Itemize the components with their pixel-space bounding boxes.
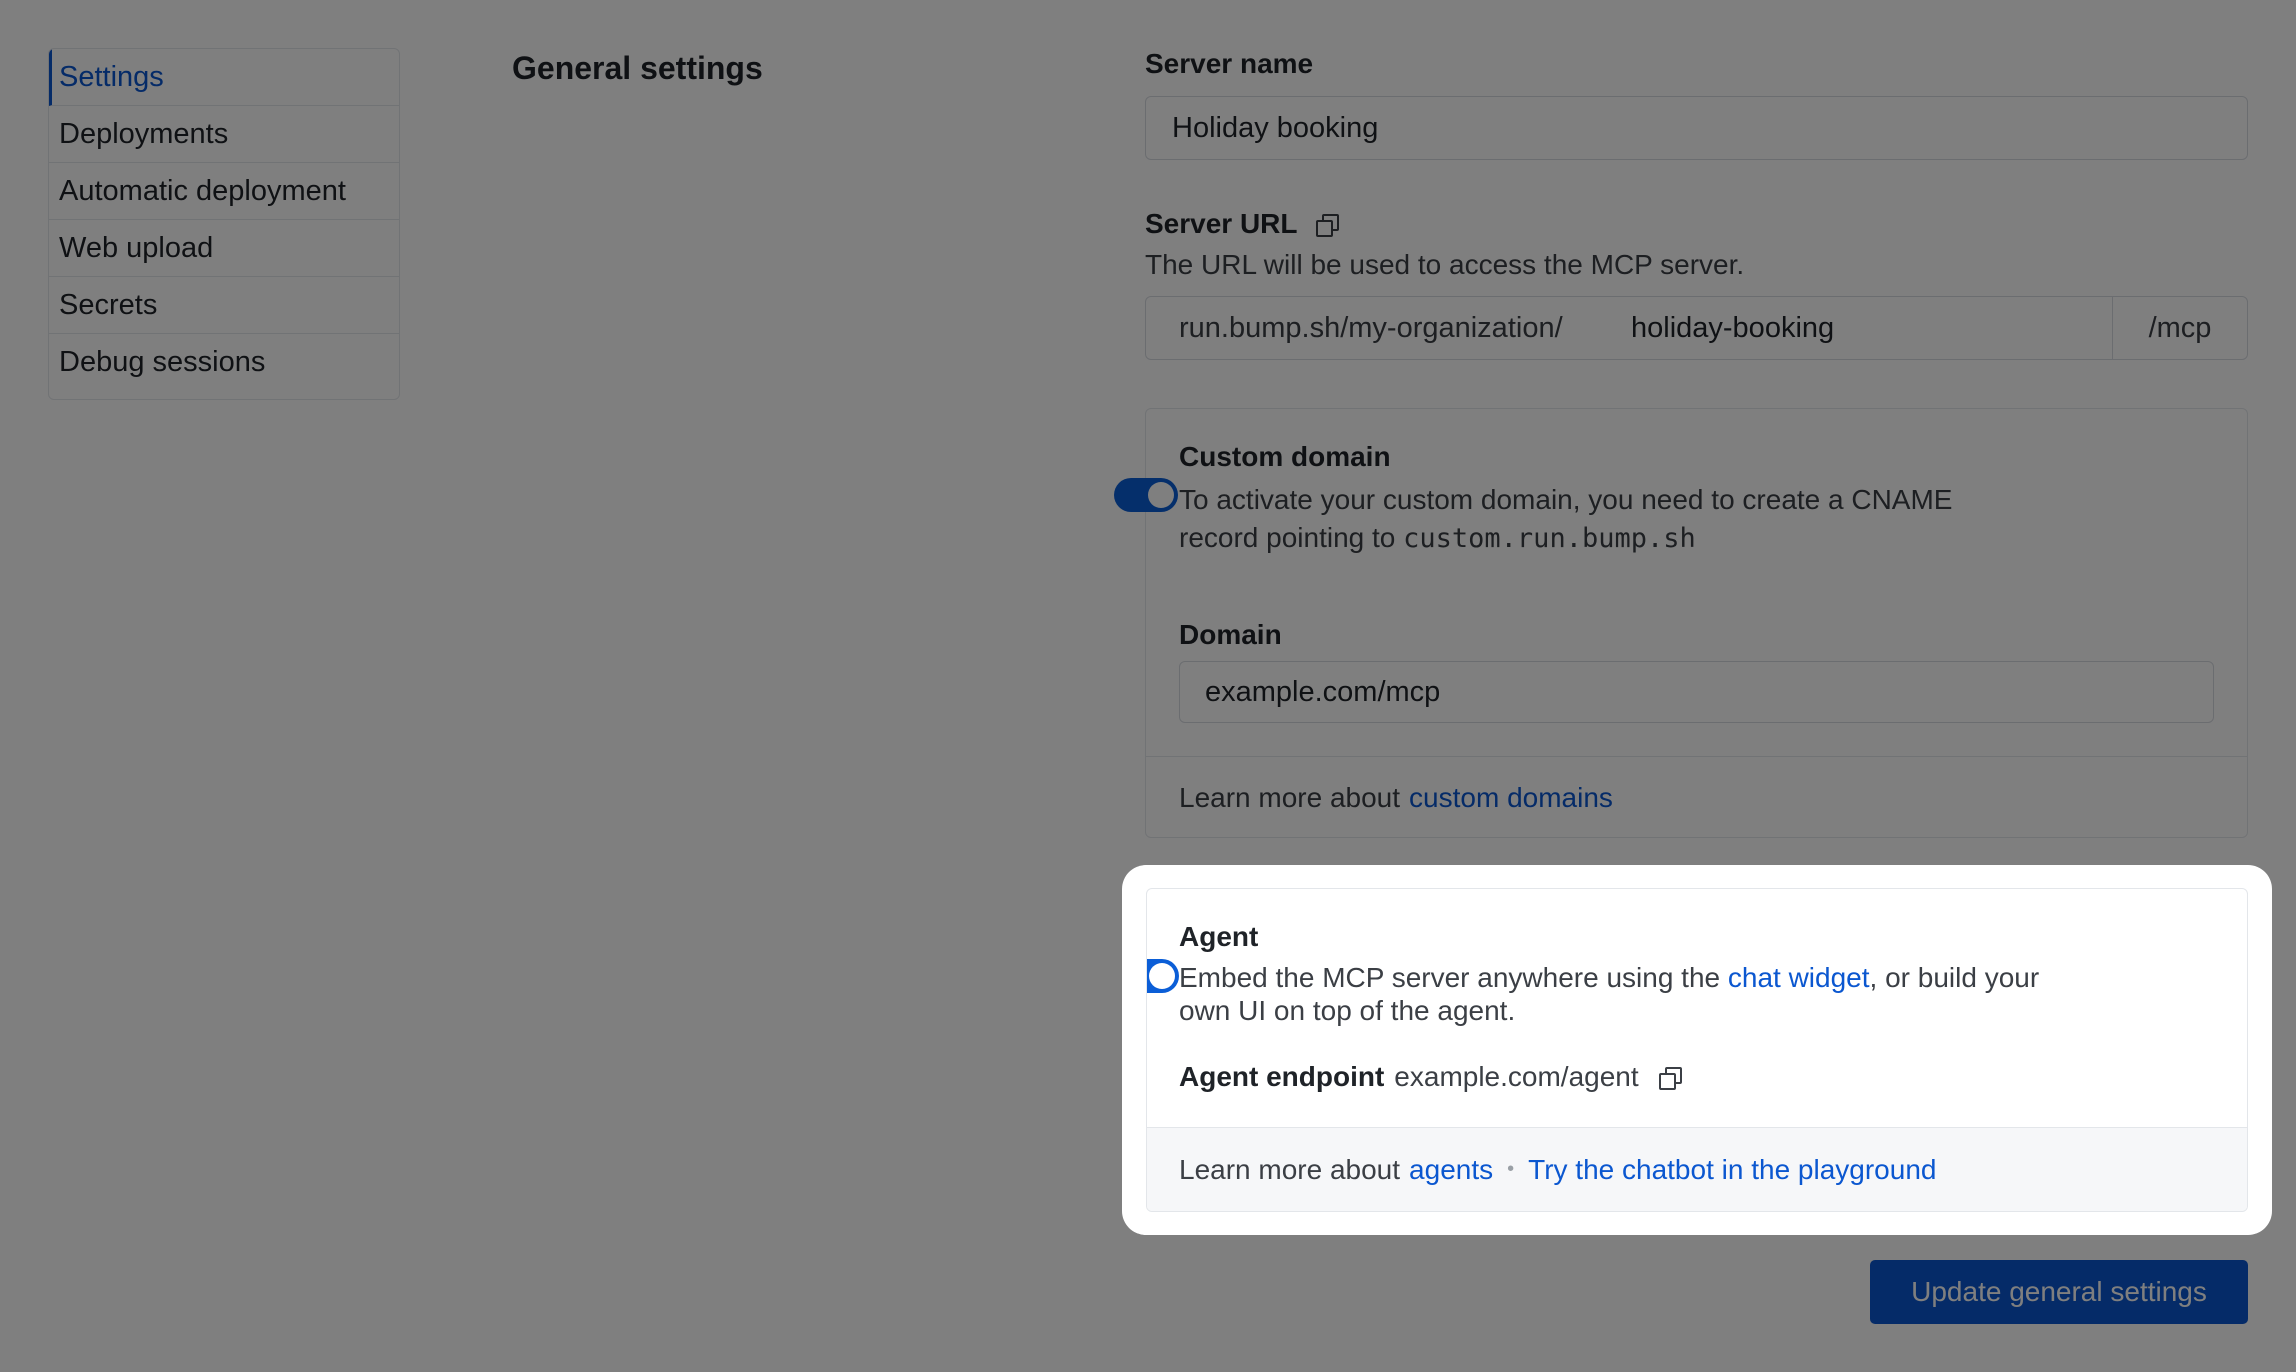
agent-endpoint-row: Agent endpoint example.com/agent [1179, 1061, 1682, 1093]
agent-endpoint-label: Agent endpoint [1179, 1061, 1385, 1092]
agent-toggle[interactable] [1147, 959, 1179, 993]
playground-link[interactable]: Try the chatbot in the playground [1528, 1154, 1936, 1186]
agent-help-line2: own UI on top of the agent. [1179, 995, 1516, 1026]
copy-icon[interactable] [1658, 1067, 1682, 1090]
agent-footer: Learn more about agents • Try the chatbo… [1147, 1127, 2247, 1211]
chat-widget-link[interactable]: chat widget [1728, 962, 1870, 993]
agent-title: Agent [1179, 921, 1259, 952]
agent-highlight: Agent Embed the MCP server anywhere usin… [1122, 865, 2272, 1235]
agent-help-before: Embed the MCP server anywhere using the [1179, 962, 1721, 993]
separator-dot: • [1507, 1158, 1515, 1180]
agent-card: Agent Embed the MCP server anywhere usin… [1146, 888, 2248, 1212]
agent-learn-text: Learn more about [1179, 1153, 1401, 1185]
agent-endpoint-value: example.com/agent [1394, 1061, 1639, 1092]
agents-link[interactable]: agents [1409, 1154, 1493, 1186]
agent-help: Embed the MCP server anywhere using the … [1179, 961, 2079, 1027]
toggle-knob [1149, 963, 1175, 989]
agent-help-after: , or build your [1869, 962, 2040, 993]
